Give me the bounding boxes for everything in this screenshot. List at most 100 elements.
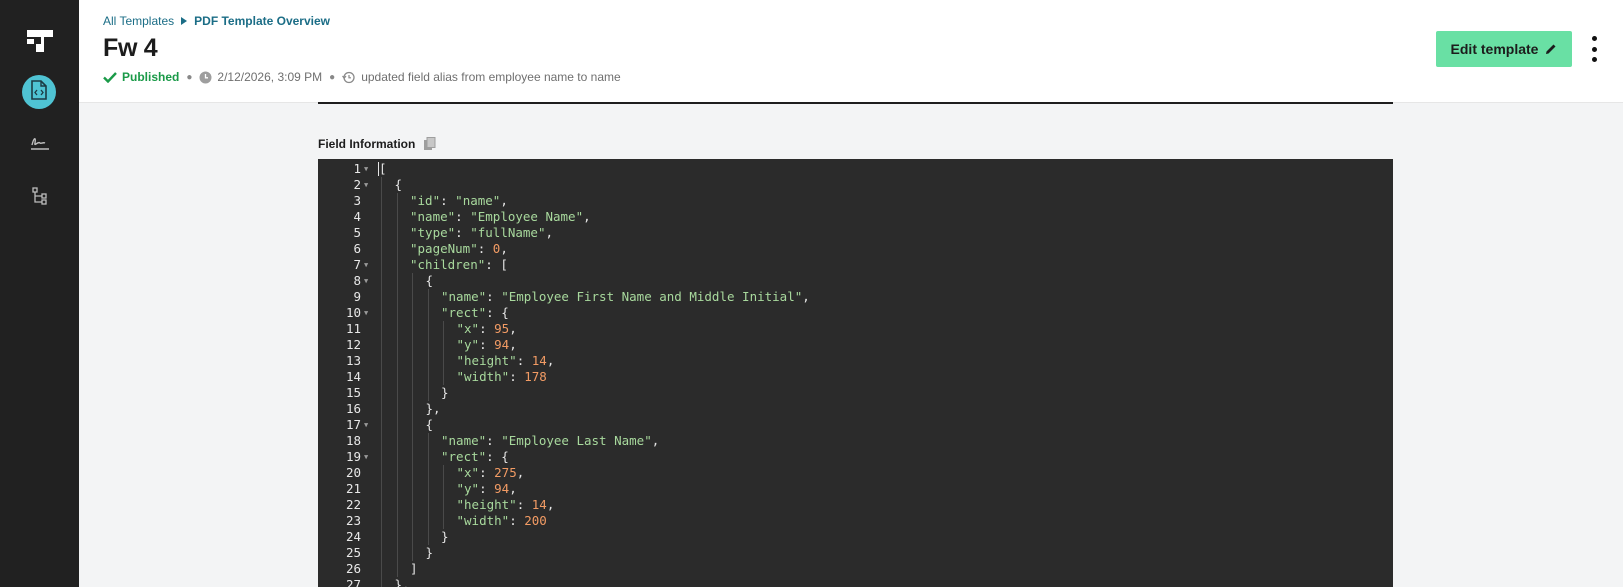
copy-icon[interactable] [423,137,436,151]
fold-arrow-icon[interactable]: ▼ [364,449,368,465]
section-divider [318,102,1393,104]
code-line: 25} [318,545,1393,561]
code-line: 5 "type": "fullName", [318,225,1393,241]
breadcrumb-current[interactable]: PDF Template Overview [194,14,330,28]
line-number: 13 [345,353,361,368]
indent-guide [443,337,444,353]
code-line: 24} [318,529,1393,545]
code-text: } [441,529,449,544]
code-line: 21 "y": 94, [318,481,1393,497]
line-number: 17 [345,417,361,432]
indent-guide [412,289,413,305]
fold-arrow-icon[interactable]: ▼ [364,177,368,193]
code-line: 1 ▼ [ [318,161,1393,177]
indent-guide [381,321,382,337]
fold-arrow-icon[interactable]: ▼ [364,257,368,273]
code-text: "name": "Employee First Name and Middle … [441,289,810,304]
indent-guide [381,465,382,481]
indent-guide [381,241,382,257]
file-code-icon [31,79,47,105]
code-line: 13 "height": 14, [318,353,1393,369]
indent-guide [396,401,398,417]
indent-guide [381,545,382,561]
indent-guide [412,305,413,321]
code-text: "height": 14, [456,497,555,512]
line-number: 19 [345,449,361,464]
sidebar-item-signatures[interactable] [29,134,51,156]
code-line: 22 "height": 14, [318,497,1393,513]
line-number: 24 [345,529,361,544]
line-number: 27 [345,577,361,587]
code-text: }, [394,577,410,587]
indent-guide [396,289,398,305]
fold-arrow-icon[interactable]: ▼ [364,161,368,177]
json-code-editor[interactable]: 1 ▼[2 ▼{3 "id": "name", 4 "name": "Employee N… [318,159,1393,587]
last-change-note: updated field alias from employee name t… [361,70,621,84]
indent-guide [412,401,413,417]
code-text: "x": 95, [456,321,517,336]
check-icon [103,71,117,83]
indent-guide [396,225,398,241]
indent-guide [443,497,444,513]
indent-guide [396,449,398,465]
code-text: "children": [ [410,257,508,272]
fold-arrow-icon[interactable]: ▼ [364,273,368,289]
indent-guide [427,321,429,337]
code-text: "name": "Employee Last Name", [441,433,660,448]
clock-icon [199,71,212,84]
indent-guide [381,497,382,513]
more-options-icon[interactable] [1587,36,1601,62]
indent-guide [381,225,382,241]
indent-guide [427,433,429,449]
sidebar-item-templates[interactable] [22,75,56,109]
chevron-right-icon [181,17,188,25]
template-meta: Published ● 2/12/2026, 3:09 PM ● updated… [103,70,621,84]
field-information-heading: Field Information [318,137,436,151]
indent-guide [412,529,413,545]
indent-guide [412,497,413,513]
indent-guide [427,449,429,465]
indent-guide [396,209,398,225]
indent-guide [381,177,382,193]
status-text: Published [122,70,180,84]
line-number: 1 [353,161,361,176]
code-line: 10 ▼ "rect": { [318,305,1393,321]
app-logo[interactable] [25,27,55,55]
indent-guide [427,305,429,321]
indent-guide [396,561,398,577]
sidebar-item-workflows[interactable] [29,186,51,210]
signature-icon [30,135,50,156]
code-text: "rect": { [441,449,509,464]
indent-guide [412,433,413,449]
line-number: 4 [353,209,361,224]
code-line: 14 "width": 178 [318,369,1393,385]
indent-guide [443,321,444,337]
indent-guide [412,449,413,465]
history-icon [342,71,356,84]
code-line: 18 "name": "Employee Last Name", [318,433,1393,449]
indent-guide [396,481,398,497]
indent-guide [381,449,382,465]
sidebar [0,0,79,587]
indent-guide [381,369,382,385]
line-number: 23 [345,513,361,528]
indent-guide [396,305,398,321]
edit-template-button[interactable]: Edit template [1436,31,1572,67]
code-line: 11 "x": 95, [318,321,1393,337]
line-number: 16 [345,401,361,416]
code-text: { [394,177,403,192]
flow-tree-icon [32,186,48,210]
indent-guide [412,273,413,289]
indent-guide [396,257,398,273]
breadcrumb-all-templates[interactable]: All Templates [103,14,174,28]
indent-guide [412,545,413,561]
indent-guide [396,497,398,513]
last-updated-timestamp: 2/12/2026, 3:09 PM [217,70,323,84]
indent-guide [381,529,382,545]
edit-template-label: Edit template [1450,41,1539,57]
indent-guide [427,369,429,385]
fold-arrow-icon[interactable]: ▼ [364,305,368,321]
line-number: 12 [345,337,361,352]
indent-guide [396,273,398,289]
fold-arrow-icon[interactable]: ▼ [364,417,368,433]
